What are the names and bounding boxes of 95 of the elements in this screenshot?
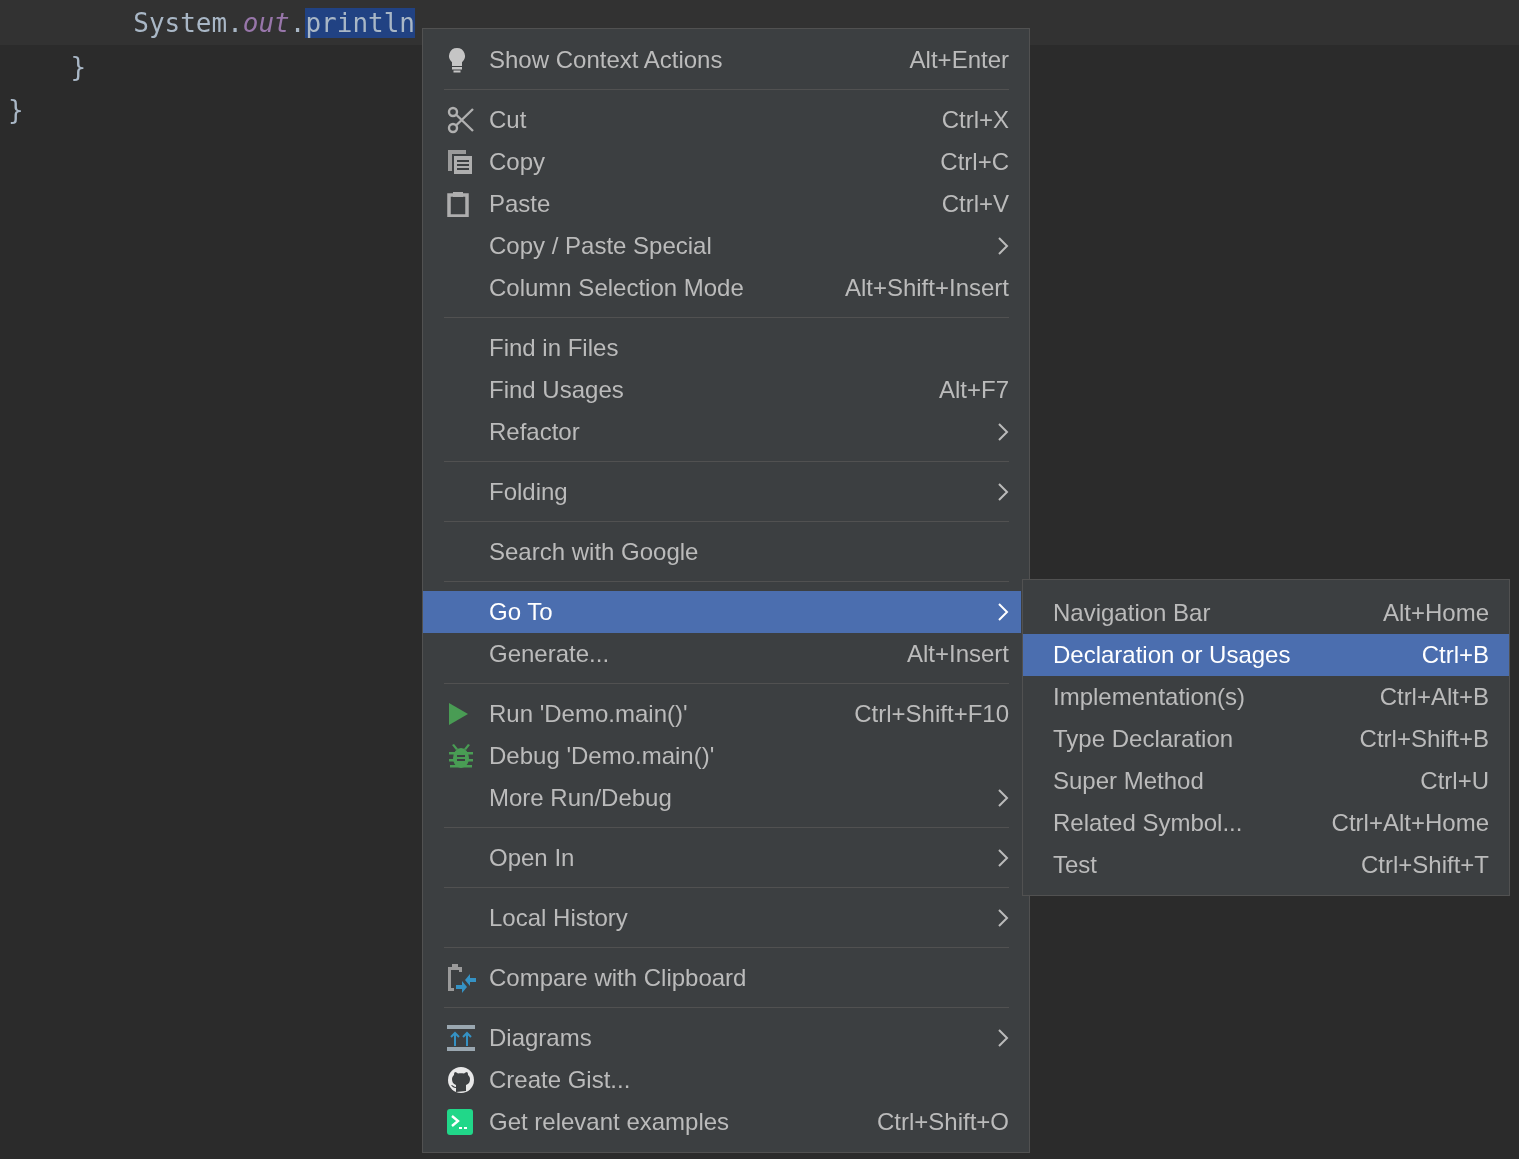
menu-item-label: Related Symbol...: [1053, 809, 1244, 837]
menu-item-label: Refactor: [489, 418, 581, 446]
menu-item-label: Run 'Demo.main()': [489, 700, 689, 728]
menu-item-label: Paste: [489, 190, 552, 218]
menu-item[interactable]: Debug 'Demo.main()': [423, 735, 1021, 777]
menu-item-label: Search with Google: [489, 538, 700, 566]
menu-item[interactable]: More Run/Debug: [423, 777, 1021, 819]
menu-item[interactable]: Navigation Bar Alt+Home: [1023, 592, 1509, 634]
menu-item-label: More Run/Debug: [489, 784, 673, 812]
menu-item[interactable]: Compare with Clipboard: [423, 957, 1021, 999]
menu-item[interactable]: Related Symbol... Ctrl+Alt+Home: [1023, 802, 1509, 844]
menu-item-label: Generate...: [489, 640, 611, 668]
lightbulb-icon: [447, 47, 467, 73]
menu-item-label: Column Selection Mode: [489, 274, 745, 302]
menu-item[interactable]: Get relevant examples Ctrl+Shift+O: [423, 1101, 1021, 1143]
menu-item[interactable]: Show Context Actions Alt+Enter: [423, 39, 1021, 81]
menu-item[interactable]: Test Ctrl+Shift+T: [1023, 844, 1509, 886]
menu-item[interactable]: Folding: [423, 471, 1021, 513]
menu-item[interactable]: Super Method Ctrl+U: [1023, 760, 1509, 802]
menu-item-label: Test: [1053, 851, 1098, 879]
scissors-icon: [447, 106, 475, 134]
shortcut-label: Alt+Shift+Insert: [844, 274, 1009, 302]
bug-icon: [447, 742, 475, 770]
menu-item-label: Copy: [489, 148, 547, 176]
menu-item-label: Copy / Paste Special: [489, 232, 713, 260]
code-line: System.out.println: [132, 7, 415, 38]
chevron-right-icon: [997, 1028, 1009, 1048]
terminal-icon: [447, 1109, 473, 1135]
chevron-right-icon: [997, 236, 1009, 256]
menu-item[interactable]: Copy Ctrl+C: [423, 141, 1021, 183]
menu-item[interactable]: Paste Ctrl+V: [423, 183, 1021, 225]
diagram-icon: [447, 1024, 475, 1052]
menu-item-label: Go To: [489, 598, 554, 626]
menu-item[interactable]: Open In: [423, 837, 1021, 879]
shortcut-label: Ctrl+Shift+B: [1359, 725, 1489, 753]
menu-item-label: Open In: [489, 844, 576, 872]
code-line: }: [69, 51, 87, 82]
menu-item-label: Debug 'Demo.main()': [489, 742, 716, 770]
menu-item[interactable]: Copy / Paste Special: [423, 225, 1021, 267]
shortcut-label: Ctrl+Alt+Home: [1331, 809, 1489, 837]
chevron-right-icon: [997, 482, 1009, 502]
menu-item[interactable]: Run 'Demo.main()' Ctrl+Shift+F10: [423, 693, 1021, 735]
menu-item[interactable]: Refactor: [423, 411, 1021, 453]
menu-item[interactable]: Implementation(s) Ctrl+Alt+B: [1023, 676, 1509, 718]
shortcut-label: Ctrl+B: [1421, 641, 1489, 669]
menu-item-label: Find Usages: [489, 376, 625, 404]
menu-item[interactable]: Type Declaration Ctrl+Shift+B: [1023, 718, 1509, 760]
shortcut-label: Ctrl+Shift+O: [876, 1108, 1009, 1136]
menu-item-label: Cut: [489, 106, 528, 134]
menu-item[interactable]: Generate... Alt+Insert: [423, 633, 1021, 675]
menu-item-label: Get relevant examples: [489, 1108, 731, 1136]
menu-item-label: Diagrams: [489, 1024, 593, 1052]
menu-item[interactable]: Find in Files: [423, 327, 1021, 369]
menu-item-label: Create Gist...: [489, 1066, 632, 1094]
shortcut-label: Alt+Insert: [906, 640, 1009, 668]
menu-item[interactable]: Go To: [423, 591, 1021, 633]
chevron-right-icon: [997, 848, 1009, 868]
menu-item[interactable]: Find Usages Alt+F7: [423, 369, 1021, 411]
shortcut-label: Alt+Home: [1382, 599, 1489, 627]
copy-icon: [447, 149, 473, 175]
menu-item-label: Folding: [489, 478, 569, 506]
shortcut-label: Alt+F7: [938, 376, 1009, 404]
menu-item-label: Find in Files: [489, 334, 620, 362]
menu-item-label: Show Context Actions: [489, 46, 724, 74]
shortcut-label: Ctrl+U: [1420, 767, 1489, 795]
menu-item[interactable]: Search with Google: [423, 531, 1021, 573]
menu-item-label: Navigation Bar: [1053, 599, 1212, 627]
shortcut-label: Ctrl+V: [941, 190, 1009, 218]
clipboard-icon: [447, 191, 469, 217]
menu-item[interactable]: Diagrams: [423, 1017, 1021, 1059]
github-icon: [447, 1066, 475, 1094]
chevron-right-icon: [997, 788, 1009, 808]
menu-item-label: Implementation(s): [1053, 683, 1247, 711]
menu-item[interactable]: Local History: [423, 897, 1021, 939]
chevron-right-icon: [997, 602, 1009, 622]
shortcut-label: Ctrl+C: [940, 148, 1009, 176]
menu-item[interactable]: Cut Ctrl+X: [423, 99, 1021, 141]
menu-item[interactable]: Create Gist...: [423, 1059, 1021, 1101]
menu-item-label: Type Declaration: [1053, 725, 1235, 753]
chevron-right-icon: [997, 422, 1009, 442]
shortcut-label: Alt+Enter: [909, 46, 1009, 74]
compare-icon: [447, 963, 477, 993]
chevron-right-icon: [997, 908, 1009, 928]
shortcut-label: Ctrl+Shift+T: [1360, 851, 1489, 879]
menu-item-label: Compare with Clipboard: [489, 964, 748, 992]
shortcut-label: Ctrl+Alt+B: [1379, 683, 1489, 711]
shortcut-label: Ctrl+X: [941, 106, 1009, 134]
play-icon: [447, 702, 469, 726]
shortcut-label: Ctrl+Shift+F10: [854, 700, 1009, 728]
menu-item-label: Local History: [489, 904, 629, 932]
menu-item[interactable]: Declaration or Usages Ctrl+B: [1023, 634, 1509, 676]
menu-item-label: Declaration or Usages: [1053, 641, 1292, 669]
menu-item-label: Super Method: [1053, 767, 1205, 795]
menu-item[interactable]: Column Selection Mode Alt+Shift+Insert: [423, 267, 1021, 309]
code-line: }: [8, 94, 24, 125]
